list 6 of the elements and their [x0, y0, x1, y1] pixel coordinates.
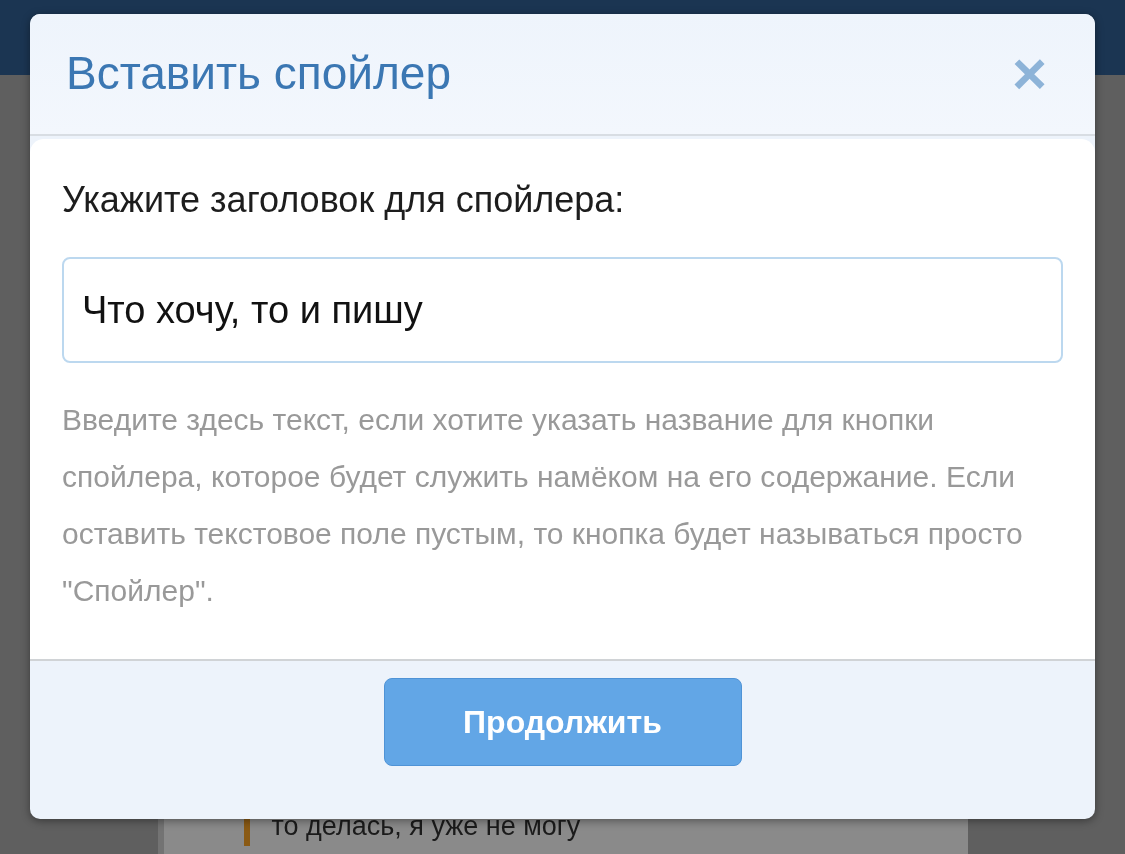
continue-button[interactable]: Продолжить	[383, 678, 742, 766]
field-label: Укажите заголовок для спойлера:	[62, 178, 626, 222]
close-button[interactable]: ×	[1011, 44, 1047, 104]
help-text: Введите здесь текст, если хотите указать название для кнопки спойлера, которое будет служить намёком на его содержание. Если оставить текстовое поле пустым, то кнопка будет называться просто "Спойлер".	[62, 402, 1024, 609]
input-field[interactable]: Что хочу, то и пишу	[62, 257, 1063, 363]
dialog-title: Вставить спойлер	[66, 46, 451, 102]
